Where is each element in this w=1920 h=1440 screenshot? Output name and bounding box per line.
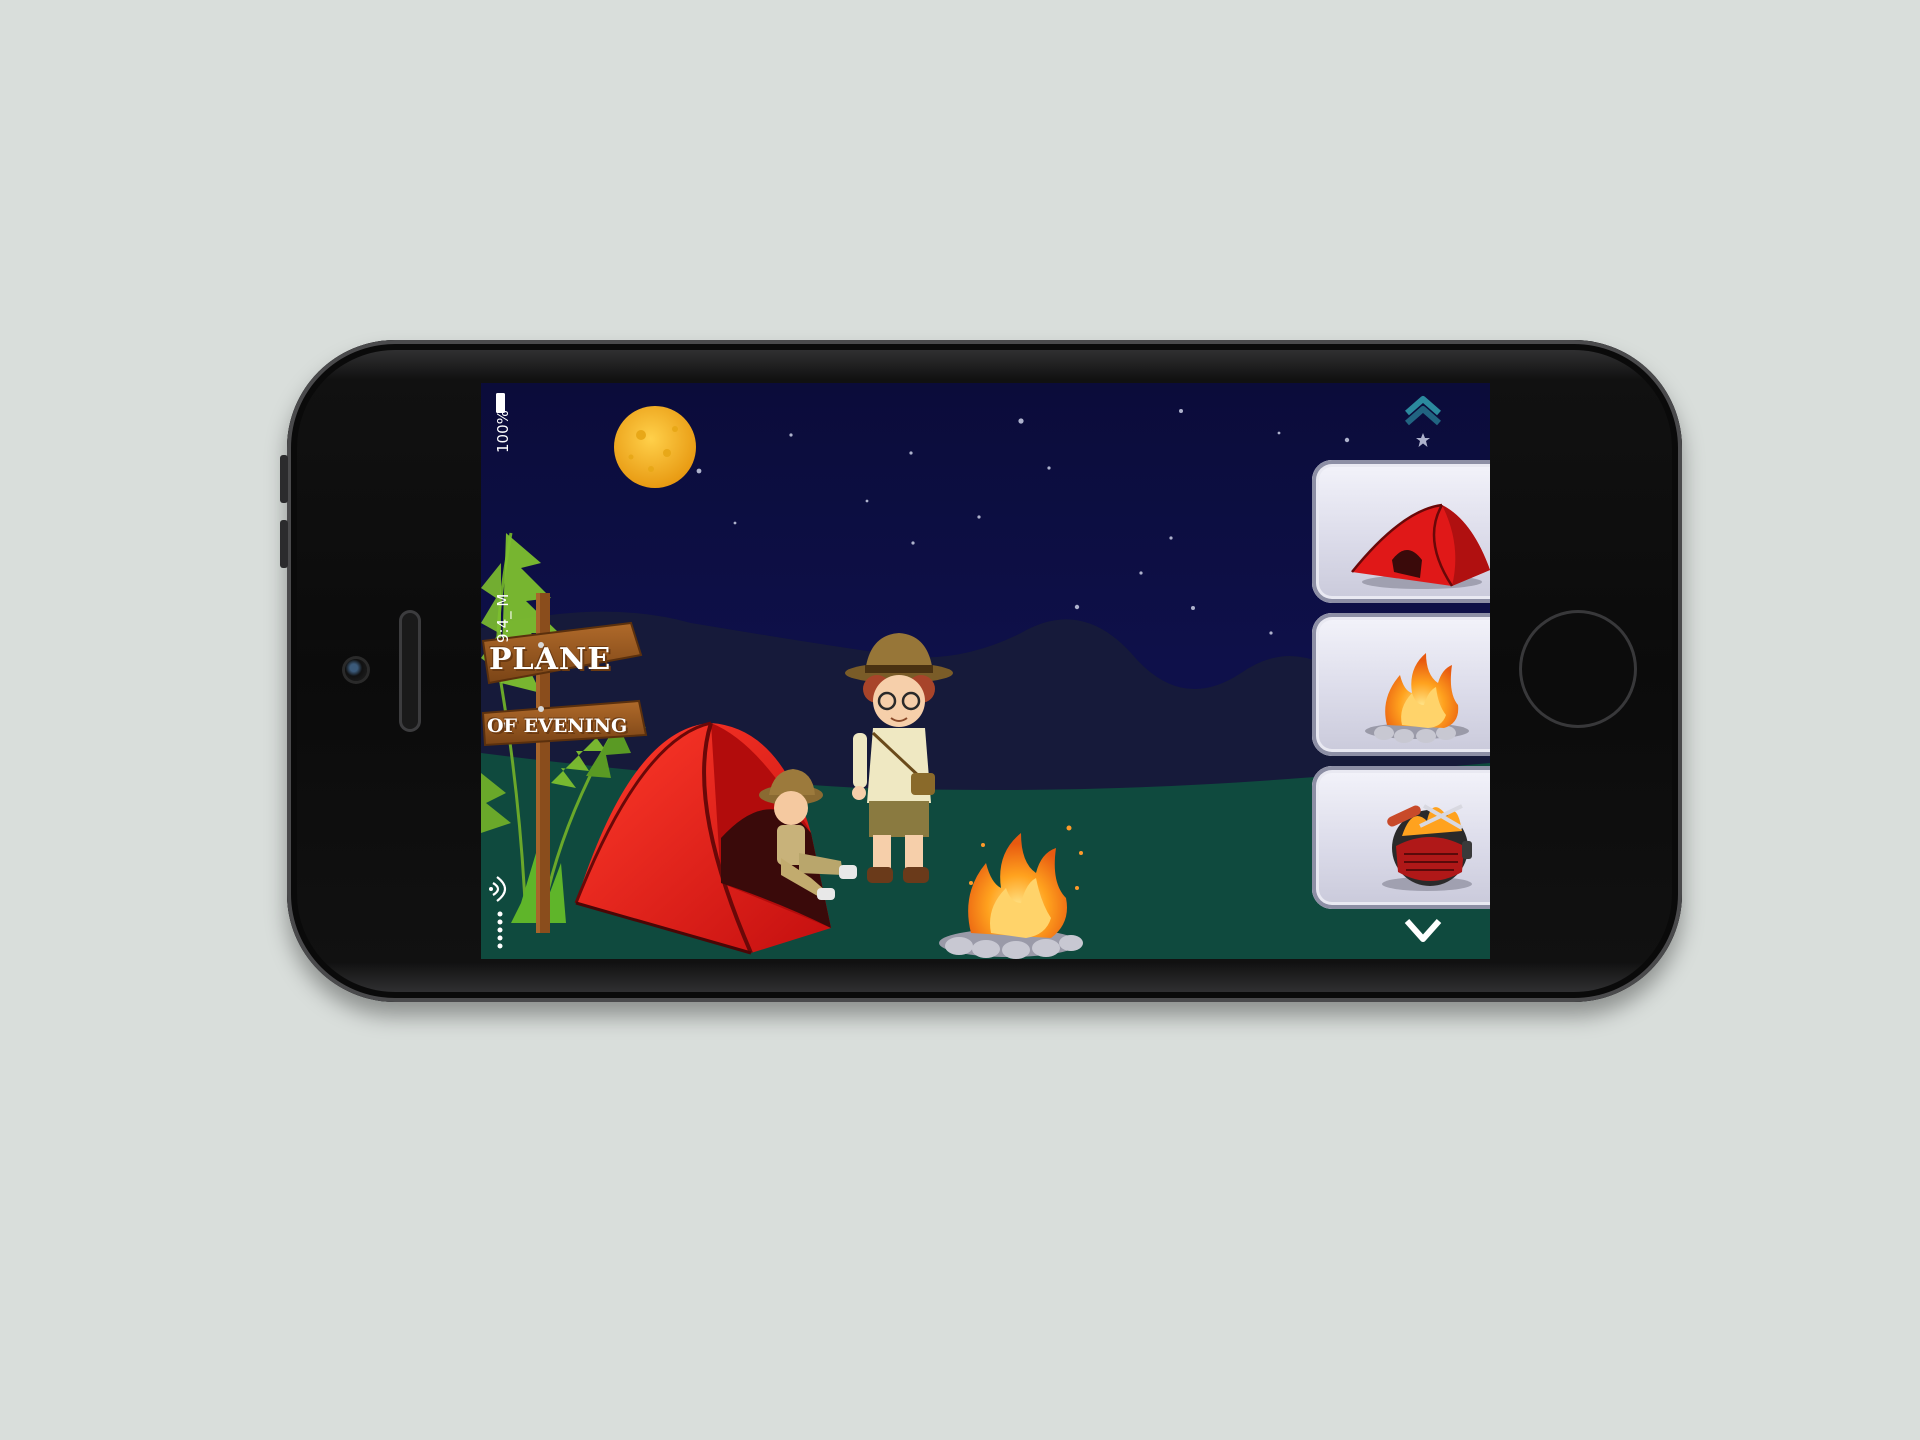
front-camera xyxy=(345,659,367,681)
battery-percentage: 100% xyxy=(494,410,512,453)
star-icon xyxy=(1416,433,1430,447)
tent-icon xyxy=(1351,503,1490,589)
speaker-grille xyxy=(399,610,421,732)
sign-title-line2: OF EVENING xyxy=(487,715,628,737)
volume-button xyxy=(280,520,288,568)
campfire-item[interactable] xyxy=(1312,613,1490,756)
bbq-grill-item[interactable] xyxy=(1312,766,1490,909)
chevron-up-icon[interactable] xyxy=(1403,393,1443,427)
chevron-down-icon[interactable] xyxy=(1403,913,1443,947)
tent-item[interactable] xyxy=(1312,460,1490,603)
campfire-icon xyxy=(1365,653,1469,743)
home-button[interactable] xyxy=(1519,610,1637,728)
item-selector-panel xyxy=(1312,460,1490,930)
sign-title-line1: PLANE xyxy=(489,642,612,677)
device-mockup: 100% 9:4_ M PLANE OF EVENING xyxy=(0,0,1920,1440)
status-time: 9:4_ M xyxy=(494,593,512,643)
moon-icon xyxy=(614,406,696,488)
game-screen: 100% 9:4_ M PLANE OF EVENING xyxy=(481,383,1490,959)
power-button xyxy=(280,455,288,503)
bbq-grill-icon xyxy=(1382,804,1472,891)
